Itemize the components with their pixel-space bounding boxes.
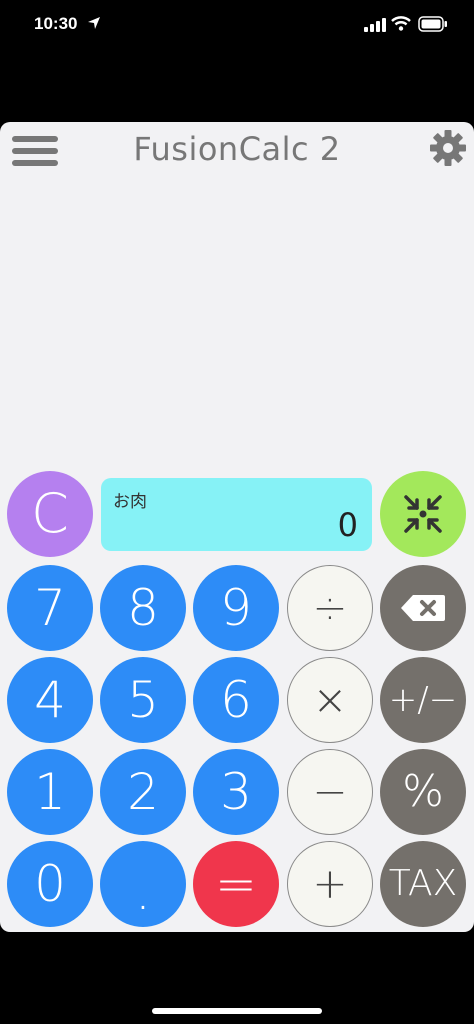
clear-button[interactable]: C xyxy=(7,471,93,557)
five-label: 5 xyxy=(127,671,159,729)
plus-minus-button[interactable]: +/− xyxy=(380,657,466,743)
three-label: 3 xyxy=(220,763,252,821)
display-panel: お肉 0 xyxy=(101,478,372,551)
location-arrow-icon xyxy=(88,17,100,29)
four-button[interactable]: 4 xyxy=(7,657,93,743)
clear-label: C xyxy=(31,482,69,545)
six-label: 6 xyxy=(220,671,252,729)
plus-label: + xyxy=(312,859,348,908)
zero-button[interactable]: 0 xyxy=(7,841,93,927)
eight-button[interactable]: 8 xyxy=(100,565,186,651)
percent-button[interactable]: % xyxy=(380,749,466,835)
shrink-icon xyxy=(404,495,442,533)
display-value: 0 xyxy=(337,506,358,544)
multiply-label: × xyxy=(312,675,348,724)
eight-label: 8 xyxy=(127,579,159,637)
shrink-button[interactable] xyxy=(380,471,466,557)
display-label: お肉 xyxy=(113,492,147,512)
status-bar: 10:30 xyxy=(0,0,474,52)
four-label: 4 xyxy=(34,671,66,729)
nine-button[interactable]: 9 xyxy=(193,565,279,651)
minus-label: − xyxy=(312,767,348,816)
tax-button[interactable]: TAX xyxy=(380,841,466,927)
multiply-button[interactable]: × xyxy=(287,657,373,743)
equals-label: = xyxy=(215,855,257,913)
backspace-icon xyxy=(401,595,445,621)
home-indicator[interactable] xyxy=(152,1008,322,1014)
backspace-button[interactable] xyxy=(380,565,466,651)
decimal-point-button[interactable]: . xyxy=(100,841,186,927)
battery-icon xyxy=(418,16,447,32)
one-button[interactable]: 1 xyxy=(7,749,93,835)
seven-label: 7 xyxy=(34,579,66,637)
plus-minus-label: +/− xyxy=(388,680,458,720)
nine-label: 9 xyxy=(220,579,252,637)
divide-label: ÷ xyxy=(312,583,348,632)
decimal-point-label: . xyxy=(135,863,151,921)
seven-button[interactable]: 7 xyxy=(7,565,93,651)
tax-label: TAX xyxy=(388,863,458,904)
plus-button[interactable]: + xyxy=(287,841,373,927)
six-button[interactable]: 6 xyxy=(193,657,279,743)
five-button[interactable]: 5 xyxy=(100,657,186,743)
gear-icon[interactable] xyxy=(428,128,468,168)
wifi-icon xyxy=(391,16,411,31)
two-button[interactable]: 2 xyxy=(100,749,186,835)
divide-button[interactable]: ÷ xyxy=(287,565,373,651)
zero-label: 0 xyxy=(34,855,66,913)
app-title: FusionCalc 2 xyxy=(133,130,341,168)
calculator-panel: FusionCalc 2 C お肉 0 7 8 9 ÷ 4 5 6 × +/− … xyxy=(0,122,474,932)
two-label: 2 xyxy=(127,763,159,821)
percent-label: % xyxy=(402,766,444,817)
signal-icon xyxy=(364,18,386,32)
minus-button[interactable]: − xyxy=(287,749,373,835)
equals-button[interactable]: = xyxy=(193,841,279,927)
status-time: 10:30 xyxy=(34,14,78,33)
three-button[interactable]: 3 xyxy=(193,749,279,835)
one-label: 1 xyxy=(34,763,66,821)
